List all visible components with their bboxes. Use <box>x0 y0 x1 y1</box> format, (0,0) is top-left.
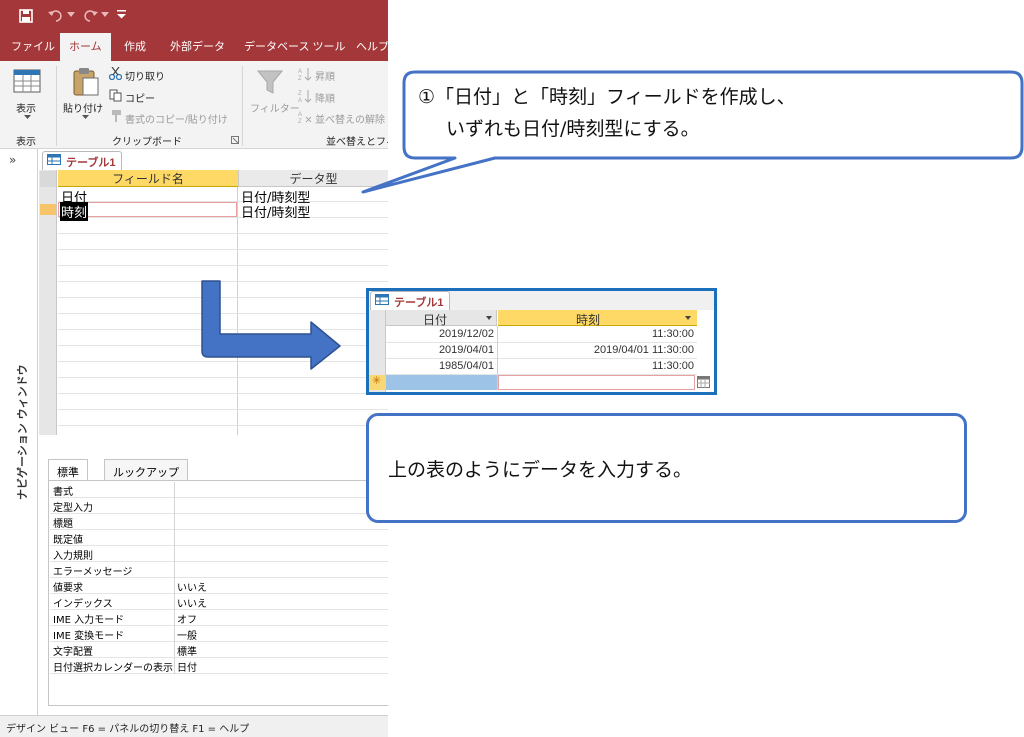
ribbon-separator <box>56 66 57 146</box>
tab-general[interactable]: 標準 <box>48 459 88 481</box>
property-row[interactable]: 書式 <box>50 482 388 498</box>
callout-1-line-2: いずれも日付/時刻型にする。 <box>446 118 700 140</box>
sort-ascending-button[interactable]: 昇順 <box>315 68 335 83</box>
undo-dropdown-icon[interactable] <box>67 12 75 18</box>
property-row[interactable]: 値要求 いいえ <box>50 578 388 594</box>
format-painter-button[interactable]: 書式のコピー/貼り付け <box>125 111 228 126</box>
callout-2-text: 上の表のようにデータを入力する。 <box>388 459 693 481</box>
column-filter-dropdown-icon[interactable] <box>486 316 492 320</box>
data-type-cell[interactable]: 日付/時刻型 <box>241 202 310 221</box>
datasheet-date-cell[interactable]: 1985/04/01 <box>386 360 494 372</box>
tab-home-label: ホーム <box>69 41 102 53</box>
property-row[interactable]: 文字配置 標準 <box>50 642 388 658</box>
tab-lookup[interactable]: ルックアップ <box>104 459 188 481</box>
remove-sort-icon[interactable]: A Z <box>298 110 312 124</box>
navigation-pane-expand-icon[interactable]: » <box>9 153 16 167</box>
navigation-pane-label: ナビゲーション ウィンドウ <box>16 364 29 500</box>
svg-text:A: A <box>298 69 302 75</box>
table-icon <box>47 154 61 165</box>
cut-button[interactable]: 切り取り <box>125 68 165 83</box>
undo-icon[interactable] <box>48 9 64 23</box>
grid-line <box>58 233 388 234</box>
svg-text:Z: Z <box>298 119 302 124</box>
paste-dropdown-icon[interactable] <box>82 115 89 120</box>
clipboard-group-label: クリップボード <box>112 137 182 148</box>
datasheet-time-cell[interactable]: 11:30:00 <box>500 360 694 372</box>
redo-icon[interactable] <box>82 9 98 23</box>
save-icon[interactable] <box>19 9 33 23</box>
datasheet-tab-label: テーブル1 <box>394 297 444 309</box>
datasheet-time-cell[interactable]: 11:30:00 <box>500 328 694 340</box>
paste-icon[interactable] <box>72 67 100 97</box>
datasheet-time-cell[interactable]: 2019/04/01 11:30:00 <box>500 344 694 356</box>
grid-line <box>386 342 697 343</box>
datasheet-header-time-label: 時刻 <box>576 313 601 327</box>
sort-descending-icon[interactable]: Z A <box>298 89 312 103</box>
new-record-time-cell[interactable] <box>498 375 695 390</box>
tab-external-data[interactable]: 外部データ <box>170 38 225 54</box>
header-field-name[interactable]: フィールド名 <box>58 170 238 187</box>
tab-help[interactable]: ヘルプ <box>356 38 388 54</box>
new-record-date-cell[interactable] <box>386 375 497 390</box>
redo-dropdown-icon[interactable] <box>101 12 109 18</box>
property-row[interactable]: 標題 <box>50 514 388 530</box>
property-row[interactable]: エラーメッセージ <box>50 562 388 578</box>
filter-icon[interactable] <box>257 69 283 95</box>
grid-line <box>58 393 388 394</box>
customize-qat-icon[interactable] <box>117 10 126 19</box>
grid-line <box>386 358 697 359</box>
scissors-icon[interactable] <box>109 67 122 80</box>
column-filter-dropdown-icon[interactable] <box>685 316 691 320</box>
design-table-tab-label: テーブル1 <box>66 157 116 169</box>
property-row[interactable]: IME 入力モード オフ <box>50 610 388 626</box>
svg-text:A: A <box>298 112 302 118</box>
datasheet-date-cell[interactable]: 2019/04/01 <box>386 344 494 356</box>
svg-text:A: A <box>298 98 302 103</box>
grid-line <box>58 249 388 250</box>
sort-ascending-icon[interactable]: A Z <box>298 67 312 81</box>
grid-line <box>58 265 388 266</box>
current-row-selector[interactable] <box>40 204 56 215</box>
status-text: デザイン ビュー F6 = パネルの切り替え F1 = ヘルプ <box>6 724 250 735</box>
grid-line <box>58 409 388 410</box>
field-name-cell-selected[interactable]: 時刻 <box>60 202 89 221</box>
tab-create[interactable]: 作成 <box>124 38 146 54</box>
grid-line <box>58 377 388 378</box>
clipboard-launcher-icon[interactable] <box>231 136 239 144</box>
copy-icon[interactable] <box>109 89 122 102</box>
datasheet-header-date-label: 日付 <box>423 313 448 327</box>
bent-arrow-icon <box>201 280 341 370</box>
property-row[interactable]: 入力規則 <box>50 546 388 562</box>
sort-descending-button[interactable]: 降順 <box>315 90 335 105</box>
paste-button-label[interactable]: 貼り付け <box>63 100 103 115</box>
grid-line <box>58 425 388 426</box>
view-button-label[interactable]: 表示 <box>16 100 36 115</box>
property-row[interactable]: 定型入力 <box>50 498 388 514</box>
filter-button[interactable]: フィルター <box>250 100 300 115</box>
property-row[interactable]: インデックス いいえ <box>50 594 388 610</box>
tab-file[interactable]: ファイル <box>11 38 55 54</box>
select-all-corner[interactable] <box>40 171 56 187</box>
datasheet-date-cell[interactable]: 2019/12/02 <box>386 328 494 340</box>
tab-database-tools[interactable]: データベース ツール <box>244 38 346 54</box>
ribbon-separator <box>242 66 243 146</box>
svg-text:Z: Z <box>298 91 302 97</box>
new-record-icon: ✳ <box>372 374 382 387</box>
view-icon[interactable] <box>13 69 41 93</box>
tab-home[interactable]: ホーム <box>60 33 111 61</box>
property-row[interactable]: IME 変換モード 一般 <box>50 626 388 642</box>
calendar-picker-icon[interactable] <box>697 376 710 388</box>
property-row[interactable]: 日付選択カレンダーの表示 日付 <box>50 658 388 674</box>
property-row[interactable]: 既定値 <box>50 530 388 546</box>
status-bar: デザイン ビュー F6 = パネルの切り替え F1 = ヘルプ <box>0 715 388 737</box>
copy-button[interactable]: コピー <box>125 90 155 105</box>
view-dropdown-icon[interactable] <box>24 115 31 120</box>
view-group-label: 表示 <box>16 137 36 148</box>
grid-line <box>58 217 388 218</box>
svg-text:Z: Z <box>298 76 302 81</box>
callout-1-line-1: ①「日付」と「時刻」フィールドを作成し、 <box>418 86 796 108</box>
format-painter-icon[interactable] <box>110 110 122 122</box>
table-icon <box>375 294 389 305</box>
